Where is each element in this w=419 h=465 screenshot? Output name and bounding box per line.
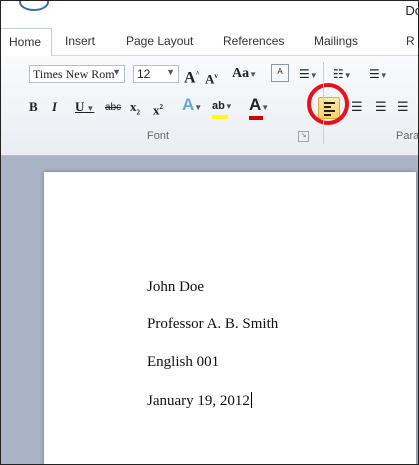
highlight-color-bar <box>212 115 228 119</box>
ribbon-tabs: Home Insert Page Layout References Maili… <box>1 25 418 57</box>
tab-home[interactable]: Home <box>1 28 52 57</box>
bold-button[interactable]: B <box>29 98 38 116</box>
font-size-dropdown-icon[interactable]: ▼ <box>166 67 175 77</box>
strikethrough-button[interactable]: abc <box>105 99 121 117</box>
tab-insert[interactable]: Insert <box>65 34 95 48</box>
font-color-bar <box>249 116 263 120</box>
underline-button[interactable]: U ▼ <box>75 98 94 118</box>
paragraph-group-label: Para <box>396 130 419 142</box>
highlight-button[interactable]: ab▼ <box>212 97 233 119</box>
font-size-value: 12 <box>137 67 151 81</box>
text-cursor <box>250 392 252 408</box>
document-page[interactable]: John Doe Professor A. B. Smith English 0… <box>44 172 416 464</box>
superscript-button[interactable]: x2 <box>153 98 163 119</box>
tab-references[interactable]: References <box>223 34 284 48</box>
font-color-button[interactable]: A▼ <box>249 96 269 120</box>
word-window: Do Home Insert Page Layout References Ma… <box>0 0 419 465</box>
font-group-label: Font <box>147 130 170 142</box>
grow-font-button[interactable]: A^ <box>184 65 200 87</box>
subscript-button[interactable]: x2 <box>130 98 140 122</box>
office-logo-icon[interactable] <box>19 1 49 11</box>
italic-button[interactable]: I <box>52 98 57 116</box>
numbering-icon[interactable]: ☷▼ <box>333 65 352 85</box>
ribbon: Times New Rom ▼ 12 ▼ A^ Av Aa▼ A ☰▼ ☷▼ ☰… <box>1 56 418 156</box>
font-name-box[interactable]: Times New Rom ▼ <box>29 65 125 83</box>
group-separator <box>323 62 324 144</box>
change-case-button[interactable]: Aa▼ <box>232 65 257 84</box>
justify-icon[interactable]: ☰ <box>397 98 409 116</box>
align-center-icon[interactable]: ☰ <box>351 98 363 116</box>
doc-line-professor[interactable]: Professor A. B. Smith <box>147 316 278 333</box>
multilevel-list-icon[interactable]: ☰▼ <box>369 65 388 85</box>
tab-page-layout[interactable]: Page Layout <box>126 34 193 48</box>
doc-line-course[interactable]: English 001 <box>147 354 219 371</box>
tab-mailings[interactable]: Mailings <box>314 34 358 48</box>
shrink-font-button[interactable]: Av <box>205 67 218 88</box>
title-bar: Do <box>1 1 418 25</box>
tab-home-label: Home <box>9 35 42 49</box>
document-workspace: John Doe Professor A. B. Smith English 0… <box>1 156 418 464</box>
align-right-icon[interactable]: ☰ <box>375 98 387 116</box>
font-name-dropdown-icon[interactable]: ▼ <box>112 67 121 77</box>
window-title: Do <box>405 3 418 18</box>
bullets-icon[interactable]: ☰▼ <box>299 65 318 85</box>
clear-formatting-icon[interactable]: A <box>271 64 289 82</box>
highlight-annotation-circle <box>307 83 349 125</box>
doc-line-name[interactable]: John Doe <box>147 279 204 296</box>
text-effects-button[interactable]: A▼ <box>182 96 202 117</box>
font-dialog-launcher-icon[interactable]: ↘ <box>298 131 309 142</box>
tab-review[interactable]: R <box>406 34 415 48</box>
doc-line-date[interactable]: January 19, 2012 <box>147 392 252 410</box>
doc-line-date-text: January 19, 2012 <box>147 393 250 409</box>
font-size-box[interactable]: 12 ▼ <box>133 65 179 83</box>
font-name-value: Times New Rom <box>33 67 115 81</box>
